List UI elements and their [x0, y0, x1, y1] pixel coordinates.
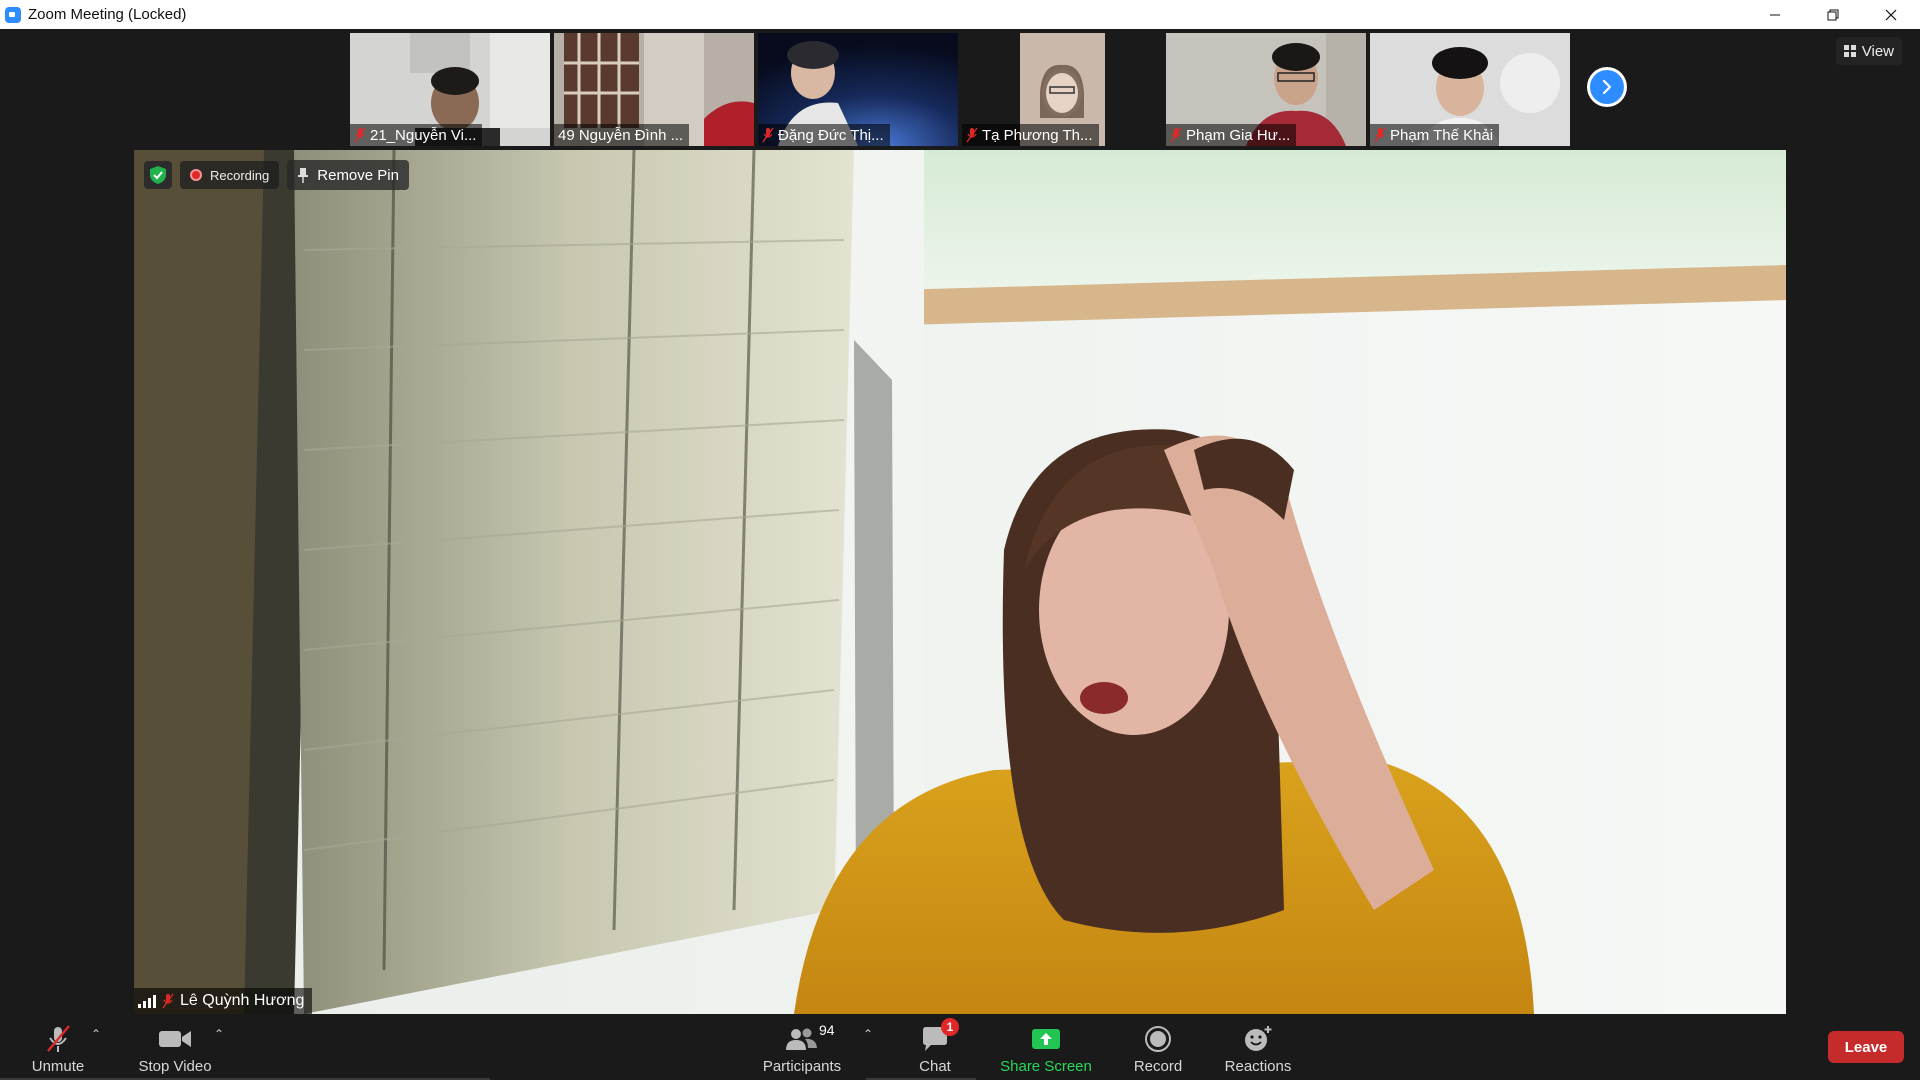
- chat-label: Chat: [919, 1058, 951, 1075]
- video-top-overlay: Recording Remove Pin: [144, 160, 409, 190]
- muted-mic-icon: [966, 127, 978, 143]
- participant-name-tag: 21_Nguyễn Vi...: [350, 124, 483, 146]
- minimize-icon: [1770, 14, 1780, 15]
- audio-options-chevron-icon[interactable]: ⌃: [91, 1027, 101, 1041]
- security-shield-icon[interactable]: [144, 161, 172, 189]
- participant-name: Đặng Đức Thị...: [778, 126, 884, 144]
- muted-mic-icon: [1374, 127, 1386, 143]
- participant-name-tag: 49 Nguyễn Đình ...: [554, 124, 690, 146]
- participant-name-tag: Phạm Thế Khải: [1370, 124, 1500, 146]
- unmute-label: Unmute: [31, 1058, 85, 1075]
- close-window-button[interactable]: [1862, 0, 1920, 29]
- share-screen-icon: [1031, 1024, 1061, 1054]
- share-screen-button[interactable]: Share Screen: [996, 1014, 1096, 1080]
- participant-thumbnail[interactable]: 49 Nguyễn Đình ...: [554, 33, 754, 146]
- reactions-smiley-icon: [1243, 1024, 1273, 1054]
- window-title: Zoom Meeting (Locked): [28, 6, 187, 23]
- restore-button[interactable]: [1804, 0, 1862, 29]
- speaker-name: Lê Quỳnh Hương: [180, 992, 305, 1009]
- zoom-app-icon: [5, 6, 21, 23]
- leave-button[interactable]: Leave: [1828, 1031, 1904, 1063]
- chat-bubble-icon: 1: [921, 1018, 959, 1054]
- video-options-chevron-icon[interactable]: ⌃: [214, 1027, 224, 1041]
- participant-name-tag: Tạ Phương Th...: [962, 124, 1099, 146]
- participant-name-tag: Phạm Gia Hư...: [1166, 124, 1297, 146]
- record-icon: [1144, 1024, 1172, 1054]
- participant-name: Tạ Phương Th...: [982, 126, 1093, 144]
- remove-pin-label: Remove Pin: [317, 166, 399, 184]
- participants-label: Participants: [762, 1058, 842, 1075]
- record-label: Record: [1133, 1058, 1183, 1075]
- participants-icon: 94: [785, 1022, 835, 1054]
- chat-unread-badge: 1: [941, 1018, 959, 1036]
- connection-signal-icon: [138, 994, 156, 1008]
- view-label: View: [1861, 42, 1894, 60]
- stop-video-button[interactable]: Stop Video: [132, 1014, 218, 1080]
- participant-thumbnail[interactable]: Tạ Phương Th...: [962, 33, 1162, 146]
- share-screen-label: Share Screen: [1000, 1058, 1092, 1075]
- participant-name: 21_Nguyễn Vi...: [370, 126, 477, 144]
- remove-pin-button[interactable]: Remove Pin: [287, 160, 409, 190]
- participant-thumbnail[interactable]: Phạm Thế Khải: [1370, 33, 1570, 146]
- participant-strip: 21_Nguyễn Vi... 49 Nguyễn Đình ... Đặng …: [350, 33, 1570, 146]
- close-icon: [1885, 9, 1897, 20]
- participant-thumbnail[interactable]: 21_Nguyễn Vi...: [350, 33, 550, 146]
- chat-button[interactable]: 1 Chat: [900, 1014, 970, 1080]
- muted-mic-icon: [1170, 127, 1182, 143]
- record-button[interactable]: Record: [1122, 1014, 1194, 1080]
- muted-mic-icon: [354, 127, 366, 143]
- pin-icon: [298, 168, 309, 183]
- participant-name: 49 Nguyễn Đình ...: [558, 126, 684, 144]
- minimize-button[interactable]: [1746, 0, 1804, 29]
- view-button[interactable]: View: [1835, 37, 1902, 65]
- restore-icon: [1827, 9, 1839, 20]
- muted-microphone-icon: [43, 1024, 73, 1054]
- participant-thumbnail[interactable]: Phạm Gia Hư...: [1166, 33, 1366, 146]
- meeting-stage: 21_Nguyễn Vi... 49 Nguyễn Đình ... Đặng …: [0, 29, 1920, 1014]
- chevron-right-icon: [1590, 70, 1624, 104]
- speaker-video-frame: [134, 150, 1786, 1014]
- pinned-video[interactable]: Recording Remove Pin Lê Quỳnh Hương: [134, 150, 1786, 1014]
- participants-count: 94: [819, 1022, 835, 1038]
- recording-indicator[interactable]: Recording: [180, 161, 280, 189]
- participants-button[interactable]: 94 Participants: [760, 1014, 844, 1080]
- muted-mic-icon: [162, 993, 174, 1009]
- window-controls: [1746, 0, 1920, 29]
- participant-name: Phạm Thế Khải: [1390, 126, 1494, 144]
- meeting-toolbar: Unmute ⌃ Stop Video ⌃ 94 Participants ⌃ …: [0, 1014, 1920, 1080]
- next-page-button[interactable]: [1587, 67, 1627, 107]
- title-bar: Zoom Meeting (Locked): [0, 0, 1920, 29]
- unmute-button[interactable]: Unmute: [22, 1014, 94, 1080]
- recording-label: Recording: [210, 167, 270, 183]
- speaker-name-tag: Lê Quỳnh Hương: [134, 988, 313, 1014]
- stop-video-label: Stop Video: [138, 1058, 212, 1075]
- recording-dot-icon: [190, 169, 202, 181]
- reactions-label: Reactions: [1224, 1058, 1292, 1075]
- video-camera-icon: [158, 1024, 192, 1054]
- reactions-button[interactable]: Reactions: [1218, 1014, 1298, 1080]
- participant-name-tag: Đặng Đức Thị...: [758, 124, 890, 146]
- participant-thumbnail[interactable]: Đặng Đức Thị...: [758, 33, 958, 146]
- muted-mic-icon: [762, 127, 774, 143]
- participants-options-chevron-icon[interactable]: ⌃: [863, 1027, 873, 1041]
- grid-view-icon: [1843, 45, 1856, 57]
- participant-name: Phạm Gia Hư...: [1186, 126, 1291, 144]
